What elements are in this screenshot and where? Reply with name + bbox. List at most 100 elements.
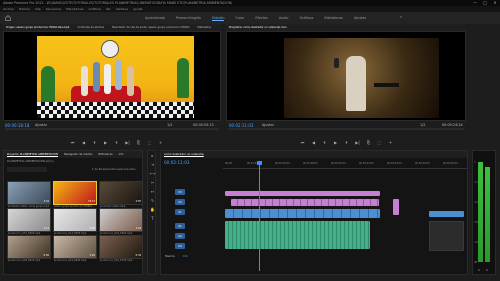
workspace-tab-ajustes[interactable]: Ajustes bbox=[354, 16, 366, 20]
tab-program[interactable]: Programa: como ilustrador un videoclip.m… bbox=[229, 26, 287, 29]
tab-info[interactable]: Info bbox=[119, 151, 124, 158]
program-add-button[interactable]: + bbox=[388, 140, 393, 145]
playhead-handle[interactable] bbox=[257, 161, 262, 165]
play-button[interactable]: ▶ bbox=[103, 140, 108, 145]
menu-ver[interactable]: Ver bbox=[106, 7, 111, 11]
project-clip-thumbnail[interactable]: produccion_015_8500.mp4 1:12 bbox=[7, 208, 51, 235]
tab-effect-controls[interactable]: Controles de efectos bbox=[77, 24, 104, 31]
track-header-a3[interactable]: A3 bbox=[161, 241, 223, 250]
type-tool-icon[interactable]: T bbox=[148, 214, 157, 223]
step-forward-button[interactable]: ⏵ bbox=[114, 140, 119, 145]
mark-in-button[interactable]: ⏮ bbox=[70, 140, 75, 145]
tab-metadata[interactable]: Metadatos bbox=[198, 24, 212, 31]
project-search-input[interactable] bbox=[7, 167, 47, 172]
mix-value[interactable]: 0,0 bbox=[183, 254, 187, 258]
video-clip-v3[interactable] bbox=[225, 191, 380, 196]
video-clip-v2[interactable] bbox=[231, 199, 379, 206]
window-title: Adobe Premiere Pro 2022 - W:\\DAVID\CETE… bbox=[3, 1, 233, 5]
source-resolution-dropdown[interactable]: 1/2 bbox=[167, 123, 172, 127]
razor-tool-icon[interactable]: ✂ bbox=[148, 178, 157, 187]
program-mark-in-button[interactable]: ⏮ bbox=[300, 140, 305, 145]
program-scrub-bar[interactable] bbox=[228, 128, 464, 130]
ruler-tick-label: 00:04:16:00 bbox=[415, 162, 430, 165]
add-button[interactable]: + bbox=[158, 140, 163, 145]
program-export-frame-button[interactable]: ⬚ bbox=[377, 140, 382, 145]
solo-button[interactable]: S bbox=[486, 269, 488, 272]
go-to-out-button[interactable]: ▶| bbox=[125, 140, 130, 145]
project-clip-thumbnail[interactable]: produccion_020_8720.mp4 0:39 bbox=[99, 235, 143, 262]
menu-archivo[interactable]: Archivo bbox=[3, 7, 14, 11]
track-label: V2 bbox=[175, 199, 185, 205]
program-lift-button[interactable]: ⎘ bbox=[366, 140, 371, 145]
project-clip-thumbnail[interactable]: produccion_019_8690.mp4 1:20 bbox=[53, 235, 97, 262]
solo-button[interactable]: S bbox=[478, 269, 480, 272]
selection-tool-icon[interactable]: ▸ bbox=[148, 151, 157, 160]
workspace-tab-graficos[interactable]: Gráficos bbox=[299, 16, 313, 20]
project-clip-thumbnail[interactable]: productor editor.mp4 2:55 bbox=[99, 181, 143, 208]
project-clip-thumbnail[interactable]: produccion_018_8610.mp4 0:56 bbox=[7, 235, 51, 262]
program-resolution-dropdown[interactable]: 1/2 bbox=[420, 123, 425, 127]
workspace-tab-preescritingion[interactable]: Preescritingión bbox=[176, 16, 201, 20]
ruler-tick-label: 00:00 bbox=[225, 162, 232, 165]
tab-project[interactable]: Proyecto: PLANIMETRIA AMBIENTACION bbox=[7, 151, 58, 158]
singer-figure bbox=[346, 56, 366, 111]
project-clip-thumbnail[interactable]: productor editor, toma grupo.mp4 3:32 bbox=[7, 181, 51, 208]
audio-empty-region[interactable] bbox=[429, 221, 464, 251]
workspace-tabs: Aprendizaje Preescritingión Edición Colo… bbox=[145, 12, 366, 24]
ripple-edit-tool-icon[interactable]: ⟷ bbox=[148, 169, 157, 178]
workspace-tab-aprendizaje[interactable]: Aprendizaje bbox=[145, 16, 165, 20]
program-play-reverse-button[interactable]: ⏴ bbox=[322, 140, 327, 145]
track-select-tool-icon[interactable]: ⇥ bbox=[148, 160, 157, 169]
workspace-tab-efectos[interactable]: Efectos bbox=[255, 16, 267, 20]
program-step-back-button[interactable]: ◀ bbox=[311, 140, 316, 145]
source-fit-dropdown[interactable]: Ajustar bbox=[35, 123, 47, 127]
menu-edicion[interactable]: Edición bbox=[19, 7, 30, 11]
tab-audio-clip-mixer[interactable]: Mezclador de clip de audio: sesion grupo… bbox=[112, 24, 189, 31]
playhead[interactable] bbox=[259, 161, 260, 271]
hand-tool-icon[interactable]: ✋ bbox=[148, 205, 157, 214]
track-label: A3 bbox=[175, 243, 185, 249]
menu-ventana[interactable]: Ventana bbox=[116, 7, 128, 11]
program-go-to-out-button[interactable]: ▶| bbox=[355, 140, 360, 145]
project-clip-thumbnail[interactable]: produccion_016_8560.mp4 1:04 bbox=[99, 208, 143, 235]
workspace-tab-audio[interactable]: Audio bbox=[279, 16, 289, 20]
workspace-tab-color[interactable]: Color bbox=[235, 16, 244, 20]
track-header-a1[interactable]: A1 bbox=[161, 221, 223, 230]
track-header-v2[interactable]: V2 bbox=[161, 197, 223, 206]
timeline-timecode[interactable]: 00:02:11:03 bbox=[164, 160, 190, 165]
home-icon[interactable] bbox=[5, 15, 11, 21]
track-header-v3[interactable]: V3 bbox=[161, 187, 223, 196]
audio-clip-a1-a3[interactable] bbox=[225, 221, 370, 249]
workspace-more-button[interactable]: » bbox=[400, 14, 402, 19]
menu-clip[interactable]: Clip bbox=[35, 7, 41, 11]
tab-libraries[interactable]: Bibliotecas bbox=[98, 151, 112, 158]
pen-tool-icon[interactable]: ✎ bbox=[148, 196, 157, 205]
video-clip-v1-right[interactable] bbox=[429, 211, 464, 217]
tab-sequence[interactable]: como ilustrador un videoclip bbox=[164, 151, 204, 158]
tab-media-browser[interactable]: Navegador de medios bbox=[64, 151, 93, 158]
video-clip-v1[interactable] bbox=[225, 209, 380, 218]
source-monitor[interactable] bbox=[3, 31, 221, 121]
source-scrub-bar[interactable] bbox=[5, 128, 219, 130]
video-clip-v2-end[interactable] bbox=[393, 199, 399, 215]
track-header-v1[interactable]: V1 bbox=[161, 207, 223, 216]
slip-tool-icon[interactable]: ↔ bbox=[148, 187, 157, 196]
step-back-button[interactable]: ◀ bbox=[81, 140, 86, 145]
program-fit-dropdown[interactable]: Ajustar bbox=[262, 123, 274, 127]
insert-button[interactable]: ⎘ bbox=[136, 140, 141, 145]
program-monitor[interactable] bbox=[226, 31, 466, 121]
menu-graficos[interactable]: Gráficos bbox=[89, 7, 101, 11]
project-clip-thumbnail[interactable]: sesion grupo produccion HDRIA... 53:13 bbox=[53, 181, 97, 208]
project-clip-thumbnail[interactable]: produccion_014_8450.mp4 0:48 bbox=[53, 208, 97, 235]
program-step-forward-button[interactable]: ⏵ bbox=[344, 140, 349, 145]
workspace-tab-edicion[interactable]: Edición bbox=[212, 16, 225, 21]
workspace-tab-bibliotecas[interactable]: Bibliotecas bbox=[324, 16, 343, 20]
play-reverse-button[interactable]: ⏴ bbox=[92, 140, 97, 145]
menu-secuencia[interactable]: Secuencia bbox=[46, 7, 61, 11]
menu-ayuda[interactable]: Ayuda bbox=[133, 7, 142, 11]
export-frame-button[interactable]: ⬚ bbox=[147, 140, 152, 145]
tab-source[interactable]: Origen: sesion grupo produccion HDRIA Re… bbox=[6, 24, 69, 31]
menu-marcadores[interactable]: Marcadores bbox=[66, 7, 83, 11]
program-play-button[interactable]: ▶ bbox=[333, 140, 338, 145]
track-header-a2[interactable]: A2 bbox=[161, 231, 223, 240]
